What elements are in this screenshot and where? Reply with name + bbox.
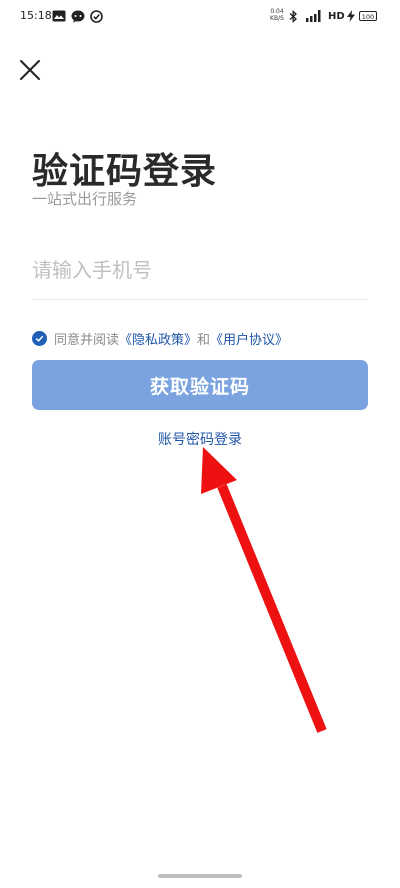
agreement-checkbox[interactable]	[32, 330, 47, 346]
check-circle-notification-icon	[90, 10, 103, 23]
close-button[interactable]	[18, 58, 42, 82]
password-login-link-text[interactable]: 账号密码登录	[158, 432, 242, 448]
chat-notification-icon	[71, 10, 85, 23]
privacy-policy-link[interactable]: 《隐私政策》	[119, 329, 197, 348]
close-icon	[20, 60, 40, 80]
network-speed: 0.04 KB/S	[270, 8, 284, 22]
image-notification-icon	[52, 10, 66, 22]
agreement-row: 同意并阅读 《隐私政策》 和 《用户协议》	[32, 328, 288, 348]
input-underline	[32, 299, 368, 300]
agreement-prefix: 同意并阅读	[54, 332, 120, 348]
login-screen: 15:18 0.04 KB/S HD 100 验证码登录 一站式出行服务 请输入…	[0, 0, 400, 888]
battery-indicator: 100	[359, 11, 377, 21]
phone-number-input[interactable]	[32, 250, 368, 290]
signal-strength-icon	[306, 10, 321, 22]
home-indicator[interactable]	[158, 874, 242, 878]
charging-icon	[347, 10, 355, 22]
page-subtitle: 一站式出行服务	[32, 190, 138, 208]
network-type-label: HD	[328, 11, 345, 22]
agreement-connector: 和	[197, 332, 211, 348]
checkmark-icon	[35, 335, 44, 342]
password-login-link: 账号密码登录	[0, 429, 400, 449]
user-agreement-link[interactable]: 《用户协议》	[210, 329, 288, 348]
page-title: 验证码登录	[32, 151, 218, 192]
status-bar: 15:18 0.04 KB/S HD 100	[0, 0, 400, 34]
network-speed-value: 0.04	[270, 8, 284, 15]
status-time: 15:18	[20, 9, 52, 22]
bluetooth-icon	[289, 10, 297, 23]
network-speed-unit: KB/S	[270, 15, 284, 22]
get-verification-code-button[interactable]: 获取验证码	[32, 360, 368, 410]
